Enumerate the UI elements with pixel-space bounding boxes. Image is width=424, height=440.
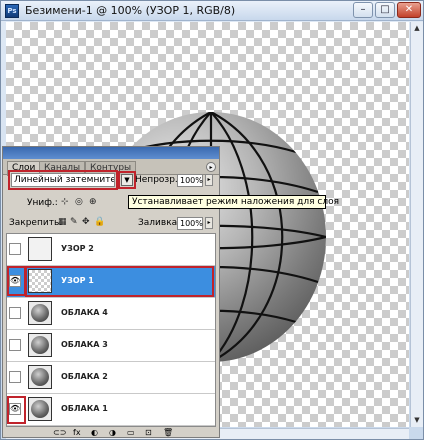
- layer-row-uzor-2[interactable]: УЗОР 2: [7, 234, 215, 266]
- layer-row-oblaka-4[interactable]: ОБЛАКА 4: [7, 298, 215, 330]
- blend-mode-tooltip: Устанавливает режим наложения для слоя: [128, 195, 339, 209]
- layer-row-uzor-1[interactable]: 👁 УЗОР 1: [7, 266, 215, 298]
- scroll-up-icon[interactable]: ▲: [411, 22, 423, 34]
- layer-name: ОБЛАКА 4: [61, 308, 108, 317]
- opacity-stepper-icon[interactable]: ▸: [205, 174, 213, 186]
- window-title: Безимени-1 @ 100% (УЗОР 1, RGB/8): [25, 4, 236, 17]
- new-layer-icon[interactable]: ⊡: [145, 428, 152, 437]
- layer-row-oblaka-2[interactable]: ОБЛАКА 2: [7, 362, 215, 394]
- vertical-scrollbar[interactable]: ▲ ▼: [410, 22, 423, 427]
- visibility-toggle[interactable]: [9, 307, 21, 319]
- close-button[interactable]: ✕: [397, 2, 421, 18]
- lock-all-icon[interactable]: 🔒: [94, 217, 105, 227]
- adjustment-layer-icon[interactable]: ◑: [109, 428, 116, 437]
- fill-stepper-icon[interactable]: ▸: [205, 217, 213, 229]
- layer-row-oblaka-3[interactable]: ОБЛАКА 3: [7, 330, 215, 362]
- layer-thumbnail: [28, 237, 52, 261]
- lock-label: Закрепить:: [9, 218, 63, 228]
- layer-thumbnail: [28, 301, 52, 325]
- lock-pixels-icon[interactable]: ✎: [70, 217, 78, 227]
- layer-thumbnail: [28, 365, 52, 389]
- minimize-button[interactable]: –: [353, 2, 373, 18]
- layers-list: УЗОР 2 👁 УЗОР 1 ОБЛАКА 4 ОБЛАКА 3 ОБЛАКА…: [6, 233, 216, 427]
- new-group-icon[interactable]: ▭: [127, 428, 135, 437]
- layer-mask-icon[interactable]: ◐: [91, 428, 98, 437]
- photoshop-app-icon: Ps: [5, 4, 19, 18]
- layer-name: УЗОР 2: [61, 244, 94, 253]
- lock-transparency-icon[interactable]: ▦: [58, 217, 67, 227]
- layer-row-oblaka-1[interactable]: 👁 ОБЛАКА 1: [7, 394, 215, 426]
- layer-thumbnail: [28, 397, 52, 421]
- layer-name: УЗОР 1: [61, 276, 94, 285]
- unify-label: Униф.:: [27, 198, 58, 208]
- opacity-label: Непрозр.:: [135, 175, 181, 185]
- eye-icon[interactable]: 👁: [9, 275, 21, 287]
- layer-thumbnail: [28, 269, 52, 293]
- maximize-button[interactable]: □: [375, 2, 395, 18]
- panel-bottom-toolbar: ⊂⊃ fx ◐ ◑ ▭ ⊡ 🗑: [3, 428, 219, 437]
- link-layers-icon[interactable]: ⊂⊃: [53, 428, 66, 437]
- title-bar[interactable]: Ps Безимени-1 @ 100% (УЗОР 1, RGB/8) – □…: [1, 1, 423, 21]
- blend-mode-dropdown-icon[interactable]: ▼: [121, 174, 133, 186]
- panel-header[interactable]: [3, 147, 219, 159]
- opacity-field[interactable]: 100%: [177, 174, 203, 187]
- visibility-toggle[interactable]: [9, 243, 21, 255]
- unify-visibility-icon[interactable]: ◎: [75, 197, 83, 207]
- fill-field[interactable]: 100%: [177, 217, 203, 230]
- layer-name: ОБЛАКА 1: [61, 404, 108, 413]
- layer-name: ОБЛАКА 2: [61, 372, 108, 381]
- fill-label: Заливка:: [138, 218, 181, 228]
- layers-panel: Слои Каналы Контуры ▸ Линейный затемните…: [2, 146, 220, 438]
- unify-position-icon[interactable]: ⊹: [61, 197, 69, 207]
- layer-thumbnail: [28, 333, 52, 357]
- unify-style-icon[interactable]: ⊕: [89, 197, 97, 207]
- panel-menu-icon[interactable]: ▸: [206, 162, 216, 172]
- delete-layer-icon[interactable]: 🗑: [163, 428, 173, 437]
- scroll-down-icon[interactable]: ▼: [411, 414, 423, 426]
- visibility-toggle[interactable]: [9, 339, 21, 351]
- blend-mode-select[interactable]: Линейный затемнитель: [11, 173, 115, 187]
- layer-name: ОБЛАКА 3: [61, 340, 108, 349]
- layer-style-icon[interactable]: fx: [73, 428, 81, 437]
- visibility-toggle[interactable]: [9, 371, 21, 383]
- eye-icon[interactable]: 👁: [9, 403, 21, 415]
- lock-position-icon[interactable]: ✥: [82, 217, 90, 227]
